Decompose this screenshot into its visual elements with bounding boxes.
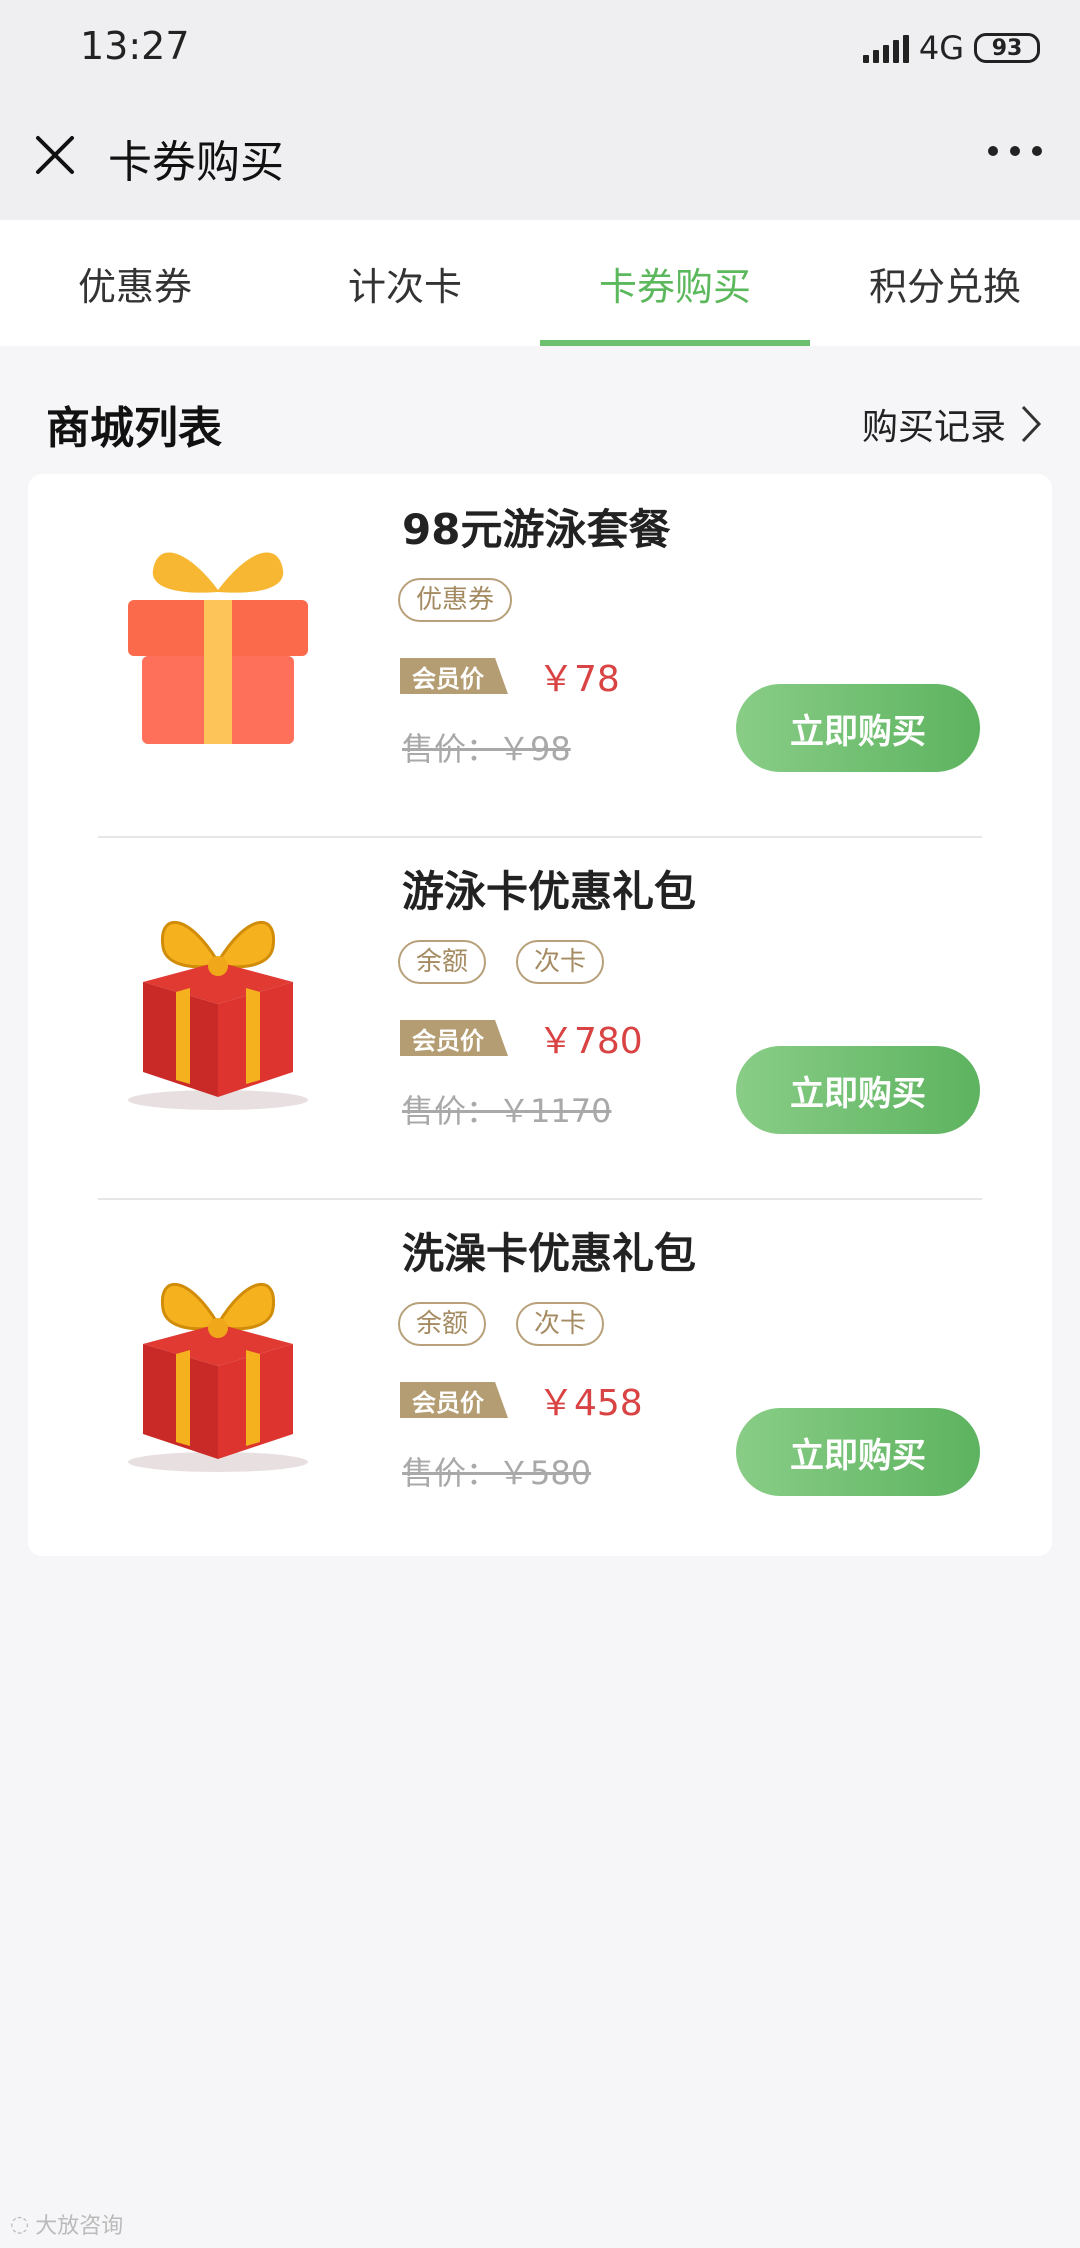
member-price: ￥458 <box>538 1383 643 1424</box>
purchase-records-label: 购买记录 <box>861 407 1006 448</box>
tab-card-purchase[interactable]: 卡券购买 <box>540 220 810 346</box>
member-price-badge: 会员价 <box>400 1020 508 1056</box>
buy-button[interactable]: 立即购买 <box>736 1408 980 1496</box>
more-icon[interactable] <box>988 146 1042 156</box>
product-tag: 余额 <box>398 940 487 984</box>
chevron-right-icon <box>1021 405 1042 443</box>
status-indicators: 4G 93 <box>862 26 1040 70</box>
status-time: 13:27 <box>80 24 190 68</box>
battery-level: 93 <box>991 35 1023 61</box>
product-tags: 余额 次卡 <box>398 940 605 984</box>
original-price: 售价：￥98 <box>402 730 571 768</box>
product-tag: 次卡 <box>516 940 605 984</box>
divider <box>98 836 982 838</box>
product-tags: 余额 次卡 <box>398 1302 605 1346</box>
close-icon[interactable] <box>32 132 78 178</box>
nav-bar: 卡券购买 <box>0 96 1080 220</box>
buy-button[interactable]: 立即购买 <box>736 684 980 772</box>
tab-coupons[interactable]: 优惠券 <box>0 220 270 346</box>
product-tag: 次卡 <box>516 1302 605 1346</box>
gift-box-3d-icon <box>128 1283 308 1472</box>
original-price: 售价：￥580 <box>402 1454 592 1492</box>
list-item: 98元游泳套餐 优惠券 会员价 ￥78 售价：￥98 立即购买 <box>28 474 1052 836</box>
tab-count-cards[interactable]: 计次卡 <box>270 220 540 346</box>
list-item: 游泳卡优惠礼包 余额 次卡 会员价 ￥780 售价：￥1170 立即购买 <box>28 836 1052 1198</box>
page-title: 卡券购买 <box>108 137 284 188</box>
member-price-row: 会员价 ￥780 <box>400 1012 643 1064</box>
product-tag: 余额 <box>398 1302 487 1346</box>
product-tag: 优惠券 <box>398 578 513 622</box>
watermark-logo-icon: ◌ <box>10 2211 30 2237</box>
original-price: 售价：￥1170 <box>402 1092 612 1130</box>
watermark-text: 大放咨询 <box>35 2214 124 2239</box>
member-price: ￥780 <box>538 1021 643 1062</box>
divider <box>98 1198 982 1200</box>
watermark: ◌ 大放咨询 <box>10 2208 123 2240</box>
tab-points-exchange[interactable]: 积分兑换 <box>810 220 1080 346</box>
member-price-row: 会员价 ￥458 <box>400 1374 643 1426</box>
product-list: 98元游泳套餐 优惠券 会员价 ￥78 售价：￥98 立即购买 游泳卡优惠礼包 … <box>28 474 1052 1556</box>
gift-box-3d-icon <box>128 921 308 1110</box>
member-price-badge: 会员价 <box>400 658 508 694</box>
battery-icon: 93 <box>974 33 1040 63</box>
tab-bar: 优惠券 计次卡 卡券购买 积分兑换 <box>0 220 1080 346</box>
product-tags: 优惠券 <box>398 578 513 622</box>
gift-box-flat-icon <box>128 552 308 744</box>
section-title: 商城列表 <box>46 403 222 454</box>
product-name: 洗澡卡优惠礼包 <box>402 1229 697 1278</box>
network-type: 4G <box>918 29 964 67</box>
member-price-row: 会员价 ￥78 <box>400 650 620 702</box>
member-price-badge: 会员价 <box>400 1382 508 1418</box>
product-name: 游泳卡优惠礼包 <box>402 867 697 916</box>
status-bar: 13:27 4G 93 <box>0 0 1080 96</box>
signal-icon <box>862 33 909 63</box>
list-item: 洗澡卡优惠礼包 余额 次卡 会员价 ￥458 售价：￥580 立即购买 <box>28 1198 1052 1560</box>
product-name: 98元游泳套餐 <box>402 505 671 554</box>
member-price: ￥78 <box>538 659 620 700</box>
purchase-records-link[interactable]: 购买记录 <box>862 398 1042 450</box>
buy-button[interactable]: 立即购买 <box>736 1046 980 1134</box>
